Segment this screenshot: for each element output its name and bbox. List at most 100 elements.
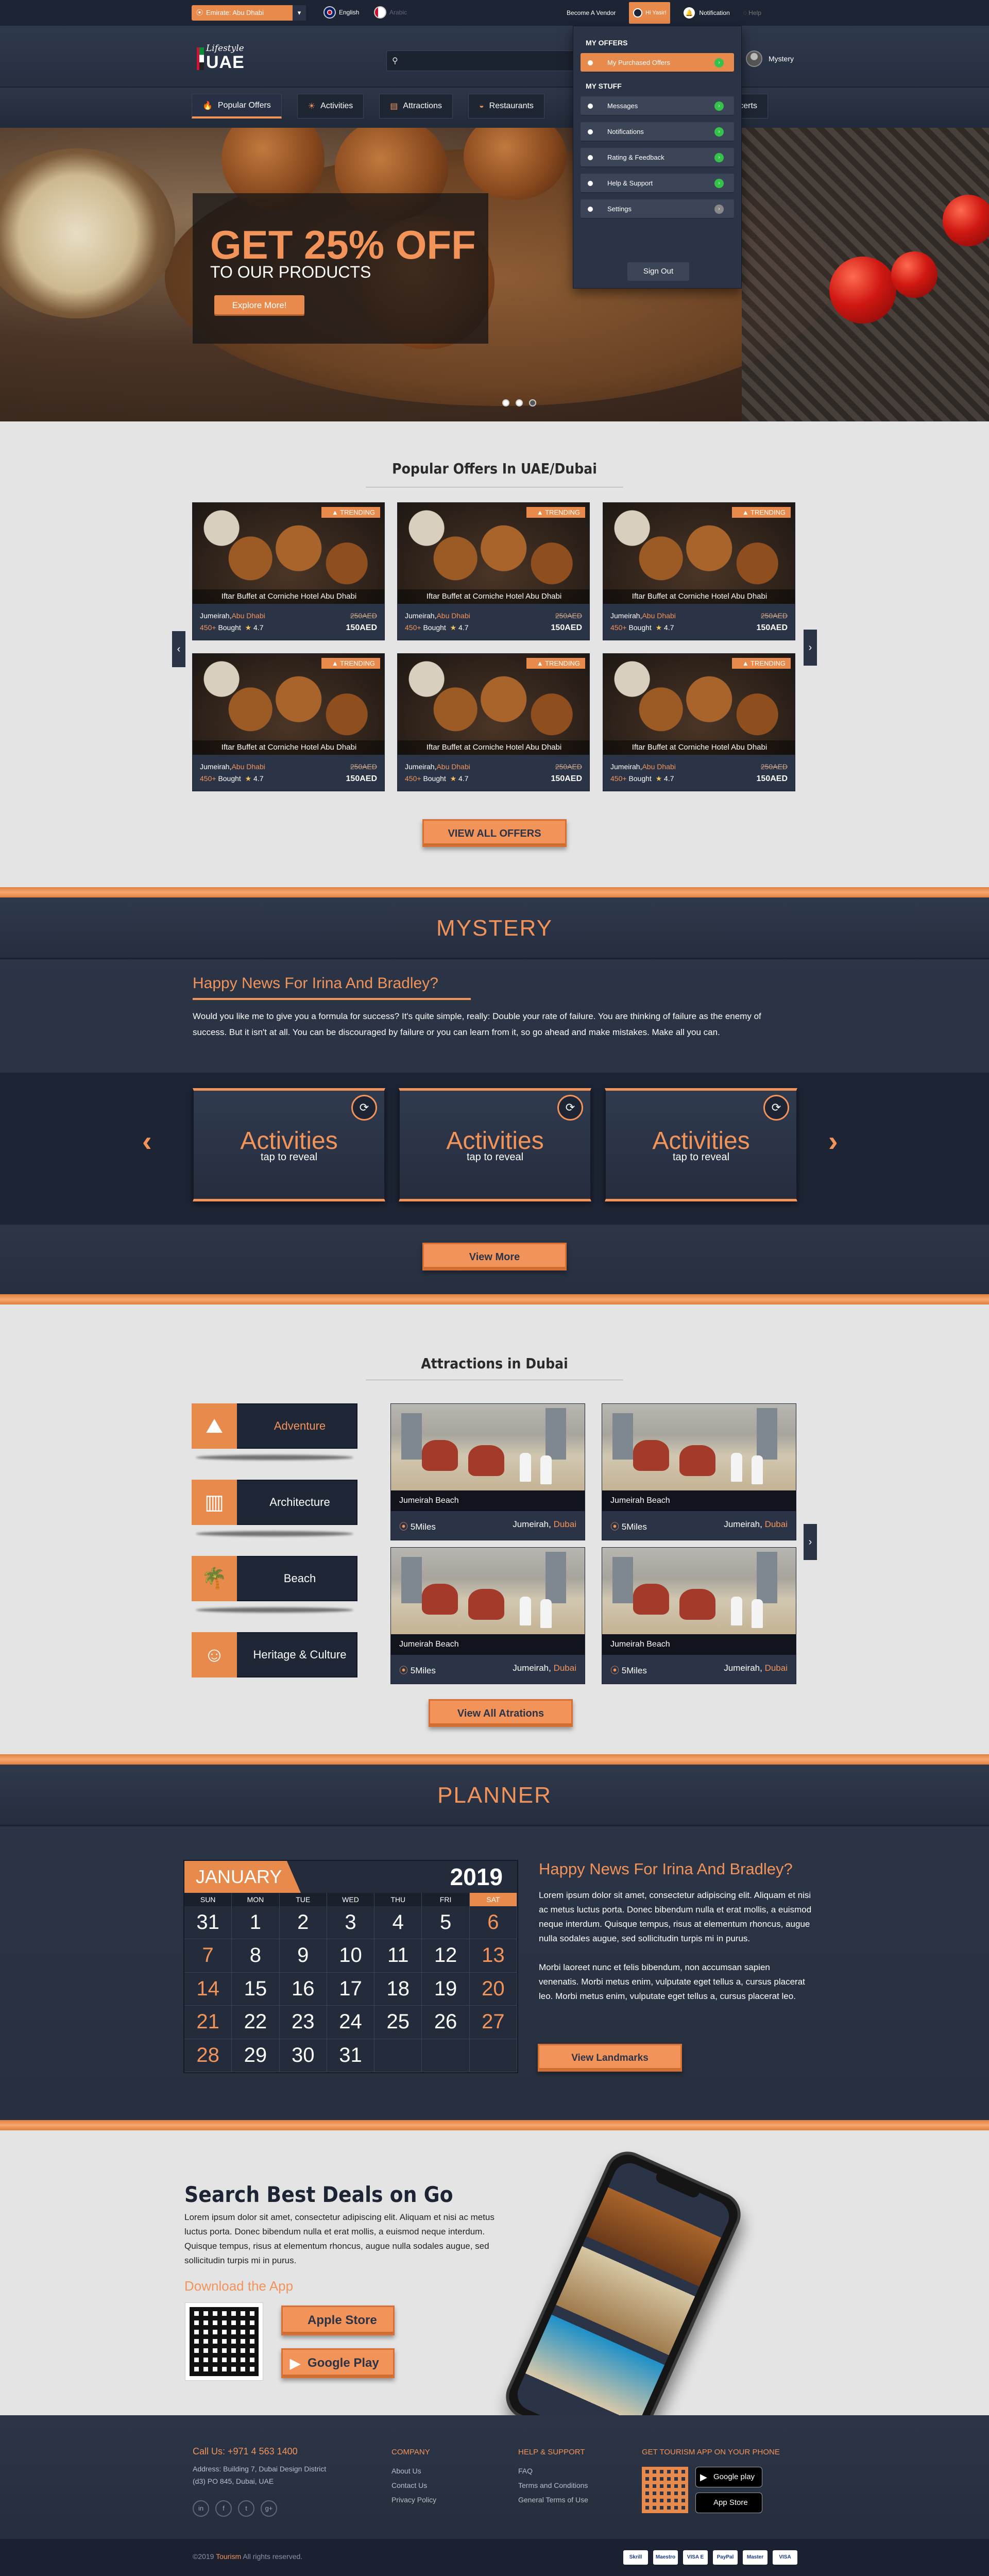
- apple-store-button[interactable]: Apple Store: [281, 2306, 395, 2335]
- become-vendor-link[interactable]: Become A Vendor: [567, 9, 616, 16]
- calendar-day[interactable]: 27: [469, 2006, 517, 2039]
- attraction-card[interactable]: Jumeirah Beach ⦿ 5Miles Jumeirah, Dubai: [602, 1547, 796, 1684]
- carousel-dot[interactable]: [502, 399, 509, 406]
- google-plus-icon[interactable]: g+: [261, 2500, 277, 2517]
- calendar-day[interactable]: 8: [232, 1939, 280, 1973]
- attraction-card[interactable]: Jumeirah Beach ⦿ 5Miles Jumeirah, Dubai: [390, 1547, 585, 1684]
- mystery-card[interactable]: ⟳ Activities tap to reveal: [399, 1088, 591, 1201]
- offer-card[interactable]: ▲ TRENDING Iftar Buffet at Corniche Hotel…: [192, 653, 385, 791]
- calendar-day[interactable]: 7: [184, 1939, 232, 1973]
- nav-restaurants[interactable]: ◒ Restaurants: [468, 94, 544, 118]
- offer-card[interactable]: ▲ TRENDING Iftar Buffet at Corniche Hotel…: [397, 502, 590, 640]
- calendar-day[interactable]: 17: [327, 1972, 375, 2006]
- carousel-dot[interactable]: [516, 399, 523, 406]
- attractions-next-button[interactable]: ›: [804, 1524, 817, 1560]
- calendar-day[interactable]: 31: [327, 2039, 375, 2072]
- nav-attractions[interactable]: ▤ Attractions: [379, 94, 453, 118]
- menu-item-messages[interactable]: Messages ›: [581, 96, 734, 116]
- calendar-month[interactable]: JANUARY: [184, 1861, 301, 1893]
- calendar-day[interactable]: 24: [327, 2006, 375, 2039]
- calendar-day[interactable]: 22: [232, 2006, 280, 2039]
- help-link[interactable]: ◌ Help: [743, 9, 761, 16]
- notification-button[interactable]: 🔔 Notification: [684, 7, 730, 19]
- calendar-day[interactable]: 10: [327, 1939, 375, 1973]
- calendar-year[interactable]: 2019: [450, 1861, 503, 1893]
- view-all-offers-button[interactable]: VIEW ALL OFFERS: [422, 819, 567, 847]
- footer-phone[interactable]: Call Us: +971 4 563 1400: [193, 2446, 298, 2457]
- sign-out-button[interactable]: Sign Out: [627, 262, 689, 281]
- twitter-icon[interactable]: t: [238, 2500, 254, 2517]
- calendar-day[interactable]: 13: [469, 1939, 517, 1973]
- calendar-day[interactable]: 25: [374, 2006, 422, 2039]
- user-menu-button[interactable]: Hi Yasir!: [629, 2, 671, 24]
- menu-item-rating-feedback[interactable]: Rating & Feedback ›: [581, 148, 734, 167]
- mystery-card[interactable]: ⟳ Activities tap to reveal: [605, 1088, 797, 1201]
- profile-menu[interactable]: Mystery: [746, 50, 794, 67]
- mystery-card[interactable]: ⟳ Activities tap to reveal: [193, 1088, 385, 1201]
- footer-link-privacy[interactable]: Privacy Policy: [391, 2496, 436, 2504]
- app-store-badge[interactable]: App Store: [695, 2493, 762, 2513]
- language-arabic[interactable]: Arabic: [374, 6, 407, 19]
- category-architecture[interactable]: ▥ Architecture: [192, 1480, 357, 1536]
- chevron-left-icon[interactable]: ‹: [142, 1124, 152, 1158]
- calendar-day[interactable]: 2: [279, 1906, 327, 1940]
- menu-item-purchased-offers[interactable]: My Purchased Offers ›: [581, 53, 734, 73]
- calendar-day[interactable]: 1: [232, 1906, 280, 1940]
- calendar-day[interactable]: 14: [184, 1972, 232, 2006]
- category-beach[interactable]: 🌴 Beach: [192, 1556, 357, 1613]
- chevron-right-icon[interactable]: ›: [828, 1124, 838, 1158]
- calendar-day[interactable]: 4: [374, 1906, 422, 1940]
- offers-next-button[interactable]: ›: [804, 630, 817, 666]
- facebook-icon[interactable]: f: [215, 2500, 232, 2517]
- calendar-day[interactable]: 6: [469, 1906, 517, 1940]
- calendar-day[interactable]: 30: [279, 2039, 327, 2072]
- calendar-day[interactable]: 9: [279, 1939, 327, 1973]
- menu-item-help-support[interactable]: Help & Support ›: [581, 174, 734, 193]
- location-select[interactable]: ⦿ Emirate: Abu Dhabi ▾: [192, 5, 306, 21]
- view-more-button[interactable]: View More: [422, 1243, 567, 1270]
- offers-prev-button[interactable]: ‹: [172, 631, 185, 667]
- view-landmarks-button[interactable]: View Landmarks: [538, 2044, 682, 2072]
- refresh-icon[interactable]: ⟳: [763, 1095, 789, 1121]
- offer-card[interactable]: ▲ TRENDING Iftar Buffet at Corniche Hotel…: [397, 653, 590, 791]
- menu-item-settings[interactable]: Settings ›: [581, 199, 734, 219]
- calendar-day[interactable]: 26: [422, 2006, 470, 2039]
- menu-item-notifications[interactable]: Notifications ›: [581, 122, 734, 142]
- offer-card[interactable]: ▲ TRENDING Iftar Buffet at Corniche Hotel…: [603, 502, 795, 640]
- google-play-badge[interactable]: ▶ Google play: [695, 2467, 762, 2487]
- google-play-button[interactable]: ▶ Google Play: [281, 2348, 395, 2378]
- category-adventure[interactable]: ⛰ Adventure: [192, 1403, 357, 1460]
- footer-link-contact[interactable]: Contact Us: [391, 2481, 436, 2489]
- offer-card[interactable]: ▲ TRENDING Iftar Buffet at Corniche Hotel…: [603, 653, 795, 791]
- category-heritage-culture[interactable]: ☺ Heritage & Culture: [192, 1632, 357, 1677]
- footer-link-general-terms[interactable]: General Terms of Use: [518, 2496, 588, 2504]
- calendar-day[interactable]: 23: [279, 2006, 327, 2039]
- view-all-attractions-button[interactable]: View All Atrations: [429, 1699, 573, 1727]
- calendar-day[interactable]: 20: [469, 1972, 517, 2006]
- offer-card[interactable]: ▲ TRENDING Iftar Buffet at Corniche Hotel…: [192, 502, 385, 640]
- calendar-day[interactable]: 29: [232, 2039, 280, 2072]
- calendar-day[interactable]: 18: [374, 1972, 422, 2006]
- nav-activities[interactable]: ☀ Activities: [297, 94, 364, 118]
- calendar-day[interactable]: 11: [374, 1939, 422, 1973]
- calendar-day[interactable]: 28: [184, 2039, 232, 2072]
- calendar-day[interactable]: 3: [327, 1906, 375, 1940]
- calendar-day[interactable]: 15: [232, 1972, 280, 2006]
- logo[interactable]: Lifestyle UAE: [197, 42, 253, 78]
- footer-link-about[interactable]: About Us: [391, 2467, 436, 2475]
- explore-more-button[interactable]: Explore More!: [214, 295, 304, 316]
- calendar-day[interactable]: 16: [279, 1972, 327, 2006]
- calendar-day[interactable]: 19: [422, 1972, 470, 2006]
- language-english[interactable]: English: [323, 6, 359, 19]
- footer-link-faq[interactable]: FAQ: [518, 2467, 588, 2475]
- attraction-card[interactable]: Jumeirah Beach ⦿ 5Miles Jumeirah, Dubai: [602, 1403, 796, 1540]
- calendar-day[interactable]: 31: [184, 1906, 232, 1940]
- footer-link-terms[interactable]: Terms and Conditions: [518, 2481, 588, 2489]
- linkedin-icon[interactable]: in: [193, 2500, 209, 2517]
- nav-popular-offers[interactable]: 🔥 Popular Offers: [192, 94, 282, 118]
- refresh-icon[interactable]: ⟳: [351, 1095, 377, 1121]
- chevron-down-icon[interactable]: ▾: [293, 5, 306, 21]
- calendar-day[interactable]: 5: [422, 1906, 470, 1940]
- carousel-dot[interactable]: [529, 399, 536, 406]
- calendar-day[interactable]: 12: [422, 1939, 470, 1973]
